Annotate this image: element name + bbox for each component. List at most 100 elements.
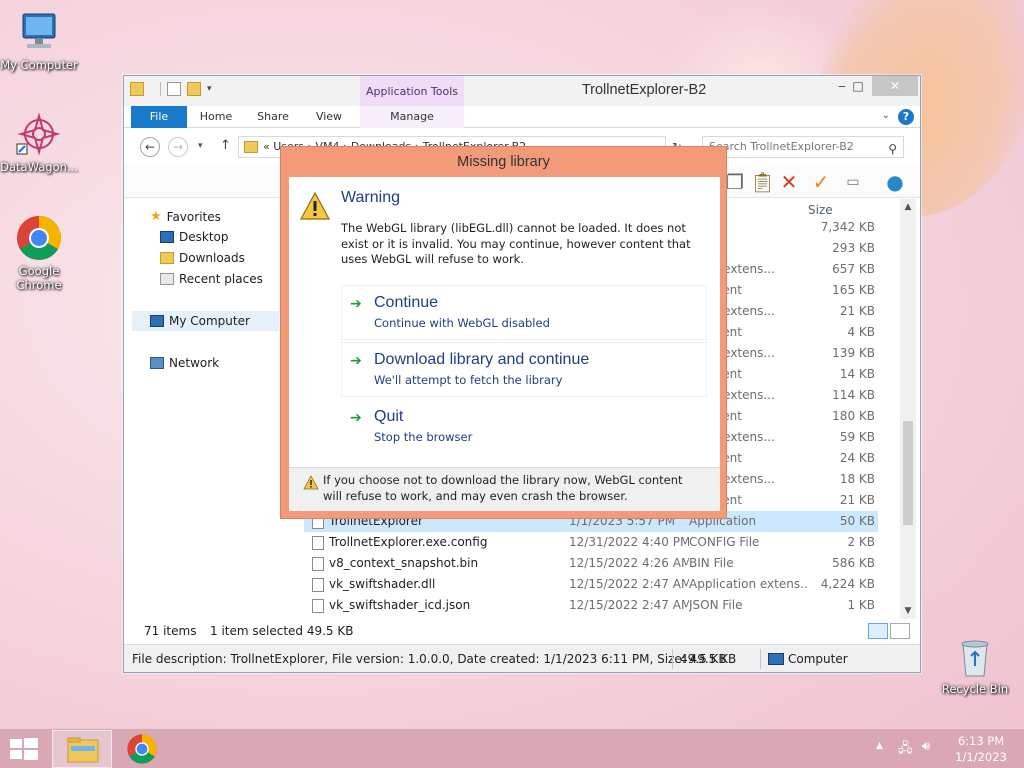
search-placeholder: Search TrollnetExplorer-B2 — [709, 140, 854, 153]
file-explorer-icon — [67, 737, 99, 763]
details-view-icon[interactable] — [868, 623, 888, 639]
file-size: 14 KB — [839, 367, 875, 381]
quit-button[interactable]: ➔ Quit Stop the browser — [341, 399, 707, 454]
nav-favorites[interactable]: ★ Favorites — [150, 209, 221, 224]
tab-share[interactable]: Share — [251, 106, 295, 128]
selection-info: 1 item selected 49.5 KB — [210, 624, 354, 638]
details-bar: File description: TrollnetExplorer, File… — [124, 644, 920, 672]
tab-home[interactable]: Home — [194, 106, 238, 128]
up-button[interactable]: ↑ — [220, 138, 231, 153]
start-button[interactable] — [10, 738, 38, 760]
vertical-scrollbar[interactable]: ▲ ▼ — [900, 199, 916, 619]
table-row[interactable]: vk_swiftshader_icd.json 12/15/2022 2:47 A… — [304, 595, 878, 616]
arrow-right-icon: ➔ — [350, 410, 362, 426]
file-type: JSON File — [689, 598, 743, 612]
star-icon: ★ — [150, 209, 162, 224]
recent-locations-icon[interactable]: ▾ — [198, 141, 203, 151]
desktop-icon-datawagon[interactable]: DataWagon... — [0, 110, 78, 174]
file-size: 293 KB — [832, 241, 875, 255]
datawagon-icon — [15, 110, 63, 158]
taskbar-file-explorer[interactable] — [52, 730, 112, 768]
column-header-size[interactable]: Size — [808, 203, 833, 217]
forward-button[interactable]: → — [168, 137, 188, 157]
nav-downloads[interactable]: Downloads — [160, 251, 245, 265]
rename-icon[interactable]: ▭ — [842, 171, 864, 193]
folder-icon — [130, 82, 144, 96]
chrome-icon — [127, 734, 157, 764]
file-date: 12/15/2022 2:47 AM — [569, 577, 689, 591]
file-date: 12/31/2022 4:40 PM — [569, 535, 689, 549]
continue-button[interactable]: ➔ Continue Continue with WebGL disabled — [341, 285, 707, 340]
search-input[interactable]: Search TrollnetExplorer-B2 ⚲ — [702, 136, 904, 158]
application-tools-label: Application Tools — [360, 76, 464, 106]
nav-desktop[interactable]: Desktop — [160, 230, 229, 244]
file-type: CONFIG File — [689, 535, 760, 549]
desktop-icon-label: My Computer — [0, 58, 78, 72]
item-count: 71 items — [144, 624, 197, 638]
nav-recent-places[interactable]: Recent places — [160, 272, 263, 286]
status-bar: 71 items 1 item selected 49.5 KB — [124, 620, 920, 642]
file-size: 24 KB — [839, 451, 875, 465]
network-tray-icon[interactable]: 🖧︎ — [898, 739, 913, 768]
show-hidden-icons[interactable]: ▲ — [876, 741, 883, 768]
file-size: 59 KB — [839, 430, 875, 444]
file-name: vk_swiftshader.dll — [329, 577, 436, 591]
properties-icon[interactable] — [167, 82, 181, 96]
table-row[interactable]: v8_context_snapshot.bin 12/15/2022 4:26 A… — [304, 553, 878, 574]
tab-file[interactable]: File — [131, 106, 187, 128]
customize-toolbar-icon[interactable]: ▾ — [207, 84, 212, 94]
back-button[interactable]: ← — [140, 137, 160, 157]
nav-my-computer[interactable]: My Computer — [132, 311, 279, 331]
file-description: File description: TrollnetExplorer, File… — [132, 652, 737, 666]
folder-icon — [244, 141, 258, 153]
file-size: 4,224 KB — [820, 577, 875, 591]
dialog-message: The WebGL library (libEGL.dll) cannot be… — [341, 221, 691, 266]
checkmark-icon[interactable]: ✓ — [810, 171, 832, 193]
large-icons-view-icon[interactable] — [890, 623, 910, 639]
file-name: TrollnetExplorer.exe.config — [329, 535, 488, 549]
table-row[interactable]: TrollnetExplorer.exe.config 12/31/2022 4:… — [304, 532, 878, 553]
desktop-icon-my-computer[interactable]: My Computer — [0, 8, 78, 72]
copy-icon[interactable]: ❐ — [724, 171, 746, 193]
globe-icon[interactable]: ● — [884, 171, 906, 193]
help-icon[interactable]: ? — [898, 109, 914, 125]
location-label: Computer — [788, 652, 848, 666]
close-button[interactable]: ✕ — [872, 76, 918, 96]
file-icon — [312, 557, 324, 571]
nav-network[interactable]: Network — [150, 356, 219, 370]
volume-icon[interactable]: 🔊︎ — [922, 739, 930, 768]
taskbar-chrome[interactable] — [112, 730, 172, 768]
scroll-down-icon[interactable]: ▼ — [900, 606, 916, 616]
downloads-folder-icon — [160, 252, 174, 264]
file-size: 49.5 KB — [680, 652, 727, 666]
scrollbar-thumb[interactable] — [903, 421, 913, 525]
file-icon — [312, 599, 324, 613]
chrome-icon — [15, 214, 63, 262]
new-folder-icon[interactable] — [187, 82, 201, 96]
computer-icon — [768, 653, 784, 665]
desktop-icon-chrome[interactable]: Google Chrome — [0, 214, 78, 292]
paste-icon[interactable]: 📋︎ — [750, 171, 775, 193]
desktop-icon-label: Recycle Bin — [941, 682, 1009, 696]
recent-places-icon — [160, 273, 174, 285]
tab-view[interactable]: View — [307, 106, 351, 128]
window-title: TrollnetExplorer-B2 — [581, 82, 707, 98]
file-size: 586 KB — [832, 556, 875, 570]
download-library-button[interactable]: ➔ Download library and continue We'll at… — [341, 342, 707, 397]
tab-manage[interactable]: Manage — [360, 106, 464, 128]
dialog-heading: Warning — [341, 189, 400, 206]
recycle-bin-icon — [951, 632, 999, 680]
network-icon — [150, 357, 164, 369]
desktop-icon-recycle-bin[interactable]: Recycle Bin — [936, 632, 1014, 696]
file-type: Application extens... — [689, 577, 807, 591]
navigation-pane: ★ Favorites Desktop Downloads Recent pla… — [124, 199, 279, 619]
file-icon — [312, 536, 324, 550]
file-size: 7,342 KB — [820, 220, 875, 234]
scroll-up-icon[interactable]: ▲ — [900, 202, 916, 212]
table-row[interactable]: vk_swiftshader.dll 12/15/2022 2:47 AM Appl… — [304, 574, 878, 595]
file-size: 50 KB — [839, 514, 875, 528]
clock[interactable]: 6:13 PM 1/1/2023 — [946, 733, 1016, 765]
expand-ribbon-icon[interactable]: ⌄ — [882, 110, 890, 121]
delete-icon[interactable]: ✕ — [778, 171, 800, 193]
maximize-button[interactable]: □ — [844, 76, 872, 96]
